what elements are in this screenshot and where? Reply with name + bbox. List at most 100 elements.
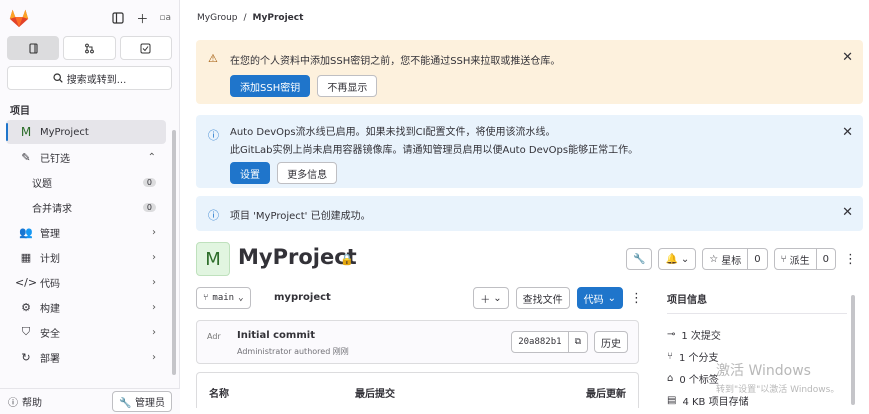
project-avatar-icon: M [20,125,32,139]
sidebar-item-plan[interactable]: ▦ 计划 › [6,245,166,269]
watermark-line2: 转到"设置"以激活 Windows。 [716,385,840,395]
repository-name[interactable]: myproject [274,292,331,303]
project-actions: 🔧 🔔 ⌄ ☆ 星标 0 ⑂ 派生 0 ⋮ [625,248,859,270]
breadcrumb-project[interactable]: MyProject [253,13,304,23]
users-icon: 👥 [19,225,33,239]
chevron-down-icon: ⌄ [607,292,616,304]
sidebar-item-label: 管理 [40,228,60,240]
star-button[interactable]: ☆ 星标 [702,248,749,270]
chevron-down-icon: ⌄ [493,292,502,304]
gitlab-logo-icon[interactable] [8,7,30,29]
tab-merge-requests[interactable] [63,36,116,60]
commit-subtitle: Administrator authored 刚刚 [237,347,349,356]
search-label: 搜索或转到... [66,74,127,86]
settings-button[interactable]: 设置 [230,162,270,184]
sidebar-item-label: 已钉选 [40,153,70,165]
storage-icon: ▤ [667,395,677,406]
branches-stat[interactable]: ⑂ 1 个分支 [667,349,719,364]
collapse-sidebar-icon[interactable] [111,11,125,25]
notifications-dropdown[interactable]: 🔔 ⌄ [658,248,697,270]
sidebar-item-merge-requests[interactable]: 合并请求 0 [6,195,166,219]
calendar-icon: ▦ [20,250,32,264]
star-count[interactable]: 0 [748,248,768,270]
sidebar-item-label: 部署 [40,353,60,365]
commit-title[interactable]: Initial commit [237,330,315,341]
add-dropdown[interactable]: ＋ ⌄ [473,287,509,309]
chevron-right-icon: › [152,351,156,363]
sidebar-item-label: 合并请求 [32,203,72,215]
tags-stat[interactable]: ⌂ 0 个标签 [667,371,719,386]
column-name: 名称 [209,389,229,400]
sidebar-item-manage[interactable]: 👥 管理 › [6,220,166,244]
storage-stat[interactable]: ▤ 4 KB 项目存储 [667,393,749,408]
pin-icon: ✎ [21,150,31,164]
dont-show-again-button[interactable]: 不再显示 [317,75,378,97]
todo-icon [140,43,151,53]
sidebar-item-security[interactable]: ⛉ 安全 › [6,320,166,344]
code-dropdown[interactable]: 代码 ⌄ [576,287,623,309]
commits-count: 1 次提交 [681,331,721,342]
chevron-right-icon: › [152,326,156,338]
find-file-button[interactable]: 查找文件 [515,287,570,309]
project-created-alert: ⓘ ✕ 项目 'MyProject' 已创建成功。 [196,196,863,231]
sidebar-scrollbar[interactable] [172,130,176,375]
branch-selector[interactable]: ⑂ main ⌄ [196,287,251,309]
sidebar-item-build[interactable]: ⚙ 构建 › [6,295,166,319]
sidebar-item-issues[interactable]: 议题 0 [6,170,166,194]
issues-icon [29,42,38,54]
create-new-icon[interactable]: ＋ [135,11,149,26]
commits-stat[interactable]: ⊸ 1 次提交 [667,327,721,342]
sidebar-item-myproject[interactable]: M MyProject [6,120,166,144]
windows-activation-watermark: 激活 Windows 转到"设置"以激活 Windows。 [716,360,839,395]
plus-icon: ＋ [480,294,491,306]
sidebar-item-label: 议题 [32,178,52,190]
copy-icon[interactable]: ⧉ [568,331,588,353]
commit-actions: 20a882b1 ⧉ 历史 [511,331,628,353]
chevron-down-icon: ⌄ [238,293,244,303]
ssh-warning-text: 在您的个人资料中添加SSH密钥之前，您不能通过SSH来拉取或推送仓库。 [230,56,561,67]
shield-icon: ⛉ [21,325,31,338]
help-link[interactable]: 帮助 [22,394,42,409]
user-avatar[interactable]: ▫a [159,13,171,23]
files-table-header: 名称 最后提交 最后更新 [196,372,639,408]
sidebar-top: ＋ ▫a [0,0,179,36]
commit-icon: ⊸ [667,329,676,340]
branches-count: 1 个分支 [679,353,719,364]
chevron-right-icon: › [152,276,156,288]
main-scrollbar[interactable] [851,295,855,405]
breadcrumb: MyGroup / MyProject [181,0,869,36]
sidebar-item-code[interactable]: </> 代码 › [6,270,166,294]
tab-todos[interactable] [119,36,172,60]
watermark-line1: 激活 Windows [716,363,811,379]
breadcrumb-separator: / [243,13,247,23]
sidebar-item-label: 安全 [40,328,60,340]
sidebar-item-pinned[interactable]: ✎ 已钉选 ⌃ [6,145,166,169]
auto-devops-line2: 此GitLab实例上尚未启用容器镜像库。请通知管理员启用以便Auto DevOp… [230,145,639,156]
sidebar-item-deploy[interactable]: ↻ 部署 › [6,345,166,369]
tab-issues[interactable] [7,36,60,60]
more-actions-icon[interactable]: ⋮ [630,291,643,306]
fork-count[interactable]: 0 [816,248,836,270]
admin-wrench-button[interactable]: 🔧 [625,248,653,270]
close-icon[interactable]: ✕ [842,50,853,65]
breadcrumb-group[interactable]: MyGroup [197,13,238,23]
project-created-text: 项目 'MyProject' 已创建成功。 [230,211,371,222]
admin-button[interactable]: 🔧 管理员 [112,391,172,412]
repository-toolbar: ⑂ main ⌄ myproject ＋ ⌄ 查找文件 代码 ⌄ ⋮ [196,287,643,309]
close-icon[interactable]: ✕ [842,205,853,220]
more-actions-icon[interactable]: ⋮ [842,252,859,267]
code-icon: </> [14,275,38,289]
history-button[interactable]: 历史 [594,331,628,353]
close-icon[interactable]: ✕ [842,125,853,140]
chevron-right-icon: › [152,301,156,313]
ssh-warning-alert: ⚠ ✕ 在您的个人资料中添加SSH密钥之前，您不能通过SSH来拉取或推送仓库。 … [196,40,863,104]
more-info-button[interactable]: 更多信息 [277,162,338,184]
commit-sha[interactable]: 20a882b1 [511,331,569,353]
search-button[interactable]: 搜索或转到... [7,66,172,90]
count-badge: 0 [142,202,156,212]
sidebar-tabs [0,36,179,60]
count-badge: 0 [142,177,156,187]
author-avatar[interactable]: Adr [207,332,221,341]
fork-button[interactable]: ⑂ 派生 [773,248,817,270]
add-ssh-key-button[interactable]: 添加SSH密钥 [230,75,311,97]
